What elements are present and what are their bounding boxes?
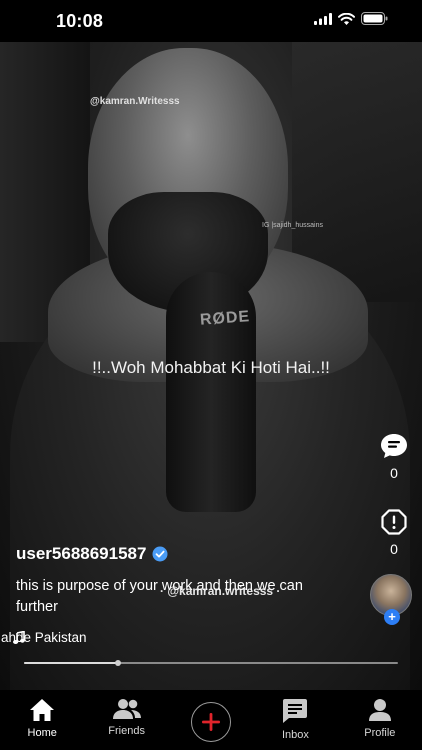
bottom-tab-bar: Home Friends Inbox Profile — [0, 690, 422, 750]
signal-icon — [314, 12, 332, 25]
comment-count: 0 — [390, 465, 398, 481]
create-button[interactable] — [191, 702, 232, 742]
tab-friends[interactable]: Friends — [84, 690, 168, 750]
music-row[interactable]: ahde Pakistan — [0, 630, 87, 645]
wifi-icon — [338, 12, 355, 25]
watermark-top: @kamran.Writesss — [90, 96, 180, 107]
tab-label-profile: Profile — [364, 727, 396, 739]
post-caption: this is purpose of your work and then we… — [16, 578, 303, 615]
comment-action[interactable]: 0 — [380, 433, 408, 481]
alert-icon[interactable] — [381, 509, 407, 535]
music-note-icon — [13, 631, 25, 644]
plus-icon — [202, 713, 221, 731]
comment-icon[interactable] — [380, 433, 408, 459]
username-row[interactable]: user5688691587 — [16, 544, 168, 564]
tab-profile[interactable]: Profile — [338, 690, 422, 750]
tab-home[interactable]: Home — [0, 690, 84, 750]
report-action[interactable]: 0 — [381, 509, 407, 557]
status-icons — [314, 12, 388, 25]
home-icon — [30, 699, 55, 721]
video-progress-track[interactable] — [24, 660, 398, 666]
tab-label-friends: Friends — [108, 725, 145, 737]
profile-icon — [368, 699, 391, 721]
follow-plus-button[interactable]: + — [384, 609, 400, 625]
video-overlay-text: !!..Woh Mohabbat Ki Hoti Hai..!! — [92, 358, 330, 377]
report-count: 0 — [390, 541, 398, 557]
friends-icon — [112, 699, 141, 719]
video-progress-knob[interactable] — [114, 660, 121, 666]
battery-icon — [361, 12, 388, 25]
status-time: 10:08 — [56, 11, 104, 31]
mic-brand-label: RØDE — [199, 308, 251, 329]
username[interactable]: user5688691587 — [16, 544, 146, 564]
status-bar: 10:08 — [0, 0, 422, 42]
video-progress-fill — [24, 662, 118, 664]
verified-badge-icon — [152, 546, 168, 562]
tab-label-home: Home — [27, 727, 57, 739]
tab-label-inbox: Inbox — [281, 729, 309, 741]
watermark-ig: IG |sajidh_hussains — [262, 222, 323, 229]
tab-inbox[interactable]: Inbox — [253, 690, 337, 750]
side-actions: 0 0 — [380, 433, 408, 557]
tab-create[interactable] — [169, 690, 253, 750]
inbox-icon — [283, 699, 308, 723]
